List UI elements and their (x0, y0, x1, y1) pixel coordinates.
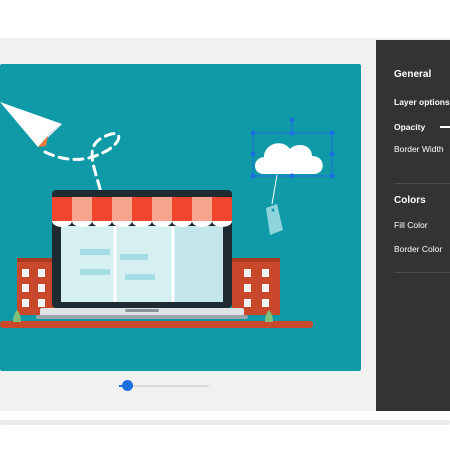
top-toolbar (0, 0, 450, 40)
bottom-bar (0, 411, 450, 450)
fill-color-label[interactable]: Fill Color (394, 220, 428, 230)
design-canvas[interactable] (0, 64, 361, 371)
section-general-title: General (394, 69, 432, 80)
border-width-label[interactable]: Border Width (394, 144, 444, 154)
left-building (17, 258, 54, 315)
opacity-slider[interactable] (440, 126, 450, 128)
ground (0, 321, 313, 328)
cloud-icon[interactable] (255, 143, 323, 174)
section-divider (394, 183, 450, 184)
section-colors-title: Colors (394, 195, 426, 206)
store-awning (52, 197, 232, 227)
zoom-slider[interactable] (119, 378, 209, 394)
slider-knob[interactable] (122, 380, 133, 391)
layer-options-item[interactable]: Layer options (394, 97, 450, 107)
section-divider (394, 272, 450, 273)
price-tag-icon (266, 204, 283, 235)
properties-panel: General Layer options Opacity Border Wid… (376, 40, 450, 411)
right-building (232, 258, 280, 315)
opacity-label: Opacity (394, 122, 426, 132)
paper-plane-icon[interactable] (0, 102, 62, 147)
tag-string (271, 174, 278, 205)
border-color-label[interactable]: Border Color (394, 244, 442, 254)
slider-track (127, 385, 209, 387)
bottom-divider (0, 420, 450, 425)
